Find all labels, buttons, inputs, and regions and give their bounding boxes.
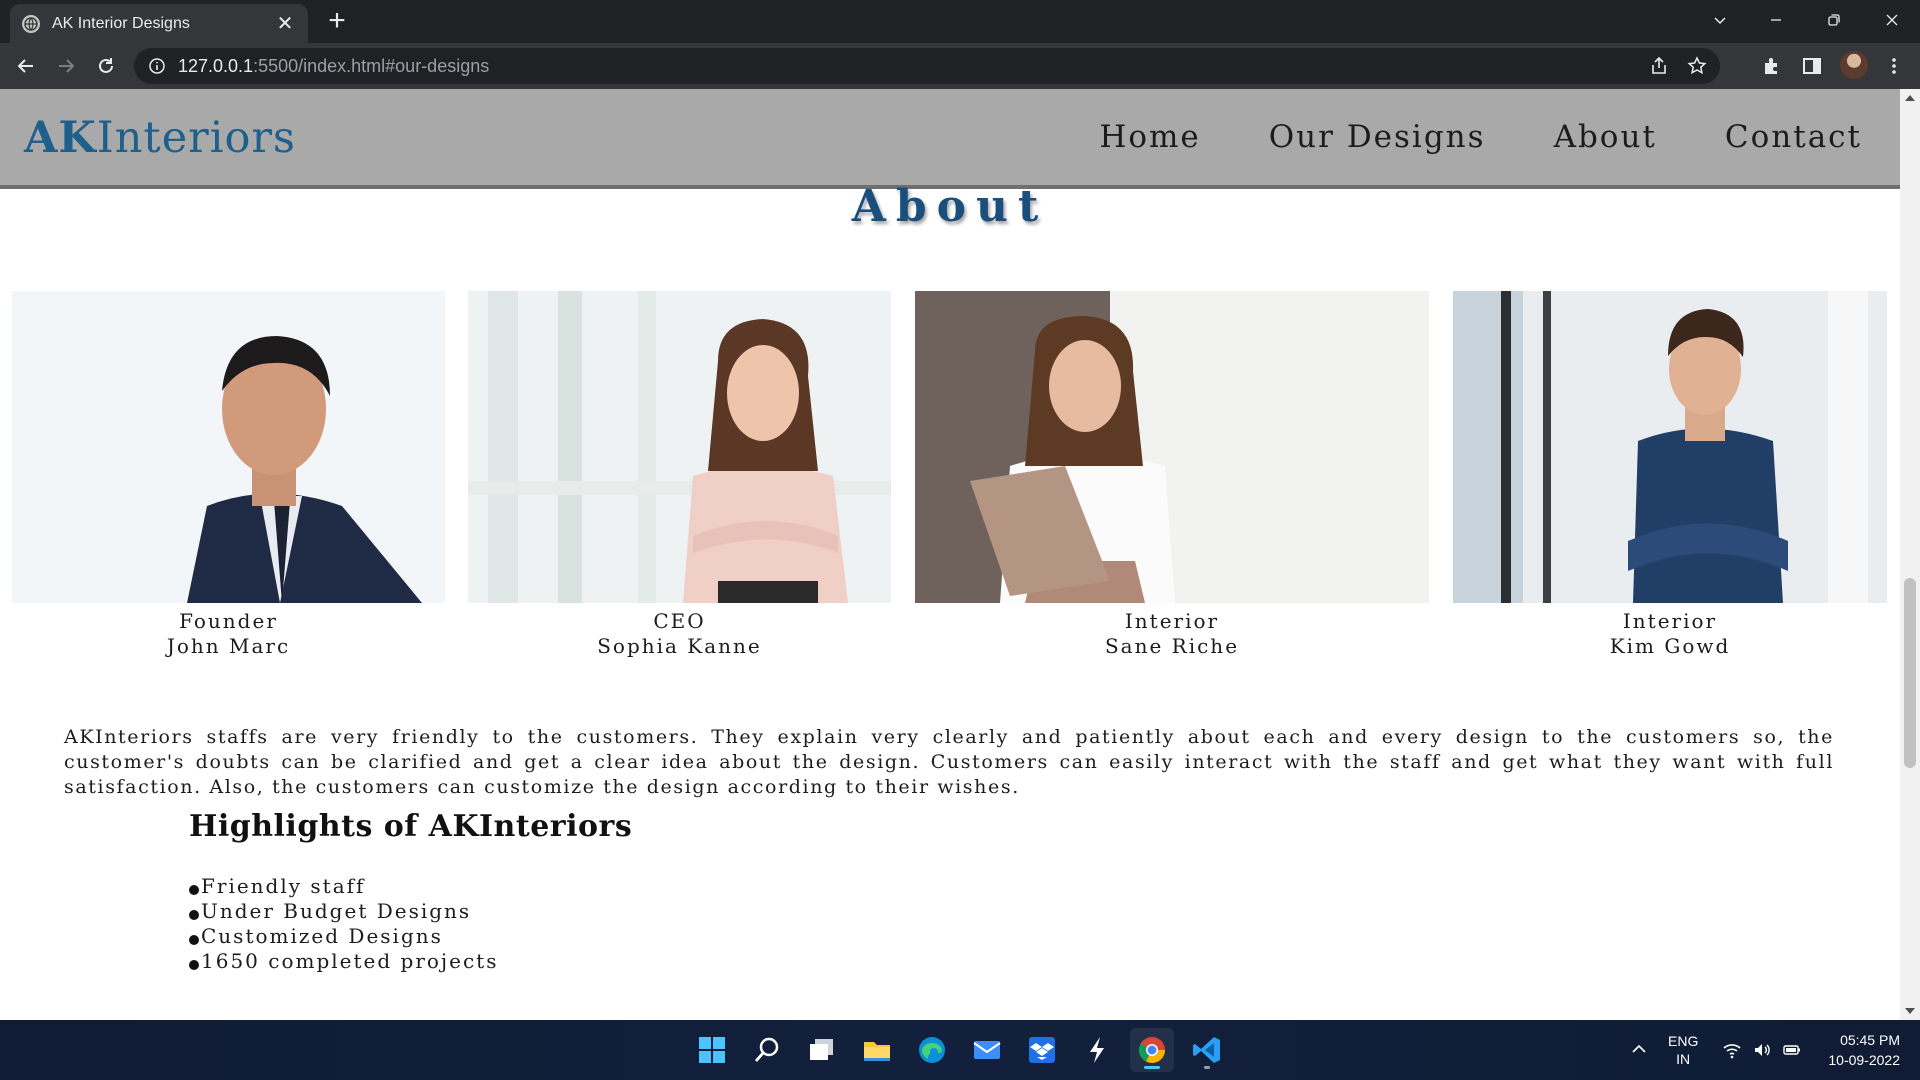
list-item: Customized Designs [189, 924, 498, 949]
bullet-icon [189, 934, 199, 945]
page-viewport: AKInteriors Home Our Designs About Conta… [0, 89, 1900, 1020]
team-photo [915, 291, 1429, 603]
team-photo [1453, 291, 1887, 603]
start-icon[interactable] [690, 1028, 734, 1072]
chrome-icon[interactable] [1130, 1028, 1174, 1072]
team-card: CEO Sophia Kanne [468, 291, 891, 659]
task-view-icon[interactable] [800, 1028, 844, 1072]
nav-contact[interactable]: Contact [1725, 119, 1862, 155]
globe-icon [22, 14, 40, 33]
team-role: CEO [653, 609, 706, 633]
highlights-title: Highlights of AKInteriors [189, 809, 633, 844]
reload-icon[interactable] [90, 50, 122, 82]
scroll-up-arrow-icon[interactable] [1905, 95, 1915, 101]
browser-toolbar: 127.0.0.1:5500/index.html#our-designs [0, 43, 1920, 89]
site-info-icon[interactable] [148, 57, 166, 75]
nav-home[interactable]: Home [1099, 119, 1200, 155]
windows-taskbar: ENG IN 05:45 PM 10-09-2022 [0, 1020, 1920, 1080]
battery-icon[interactable] [1782, 1040, 1802, 1060]
back-arrow-icon[interactable] [10, 50, 42, 82]
main-nav: Home Our Designs About Contact [1099, 119, 1862, 155]
team-role: Interior [1622, 609, 1718, 633]
forward-arrow-icon[interactable] [50, 50, 82, 82]
tab-search-chevron-icon[interactable] [1692, 0, 1748, 40]
team-role: Interior [1124, 609, 1220, 633]
system-tray[interactable] [1722, 1040, 1802, 1060]
bullet-icon [189, 959, 199, 970]
list-item: Friendly staff [189, 874, 498, 899]
team-name: Sane Riche [1104, 634, 1240, 658]
minimize-button[interactable] [1748, 0, 1804, 40]
team-card: Interior Kim Gowd [1453, 291, 1887, 659]
close-tab-icon[interactable]: ✕ [274, 11, 296, 36]
scrollbar-thumb[interactable] [1904, 578, 1916, 768]
team-photo [468, 291, 891, 603]
volume-icon[interactable] [1752, 1040, 1772, 1060]
about-paragraph: AKInteriors staffs are very friendly to … [64, 726, 1834, 798]
site-logo[interactable]: AKInteriors [24, 113, 296, 163]
list-item: 1650 completed projects [189, 949, 498, 974]
team-role: Founder [179, 609, 278, 633]
wifi-icon[interactable] [1722, 1040, 1742, 1060]
close-window-button[interactable] [1864, 0, 1920, 40]
team-card: Founder John Marc [12, 291, 445, 659]
team-name: Sophia Kanne [597, 634, 762, 658]
restore-button[interactable] [1806, 0, 1862, 40]
bullet-icon [189, 884, 199, 895]
dropbox-icon[interactable] [1020, 1028, 1064, 1072]
browser-tab[interactable]: AK Interior Designs ✕ [10, 4, 308, 43]
vscode-icon[interactable] [1185, 1028, 1229, 1072]
active-app-indicator [1144, 1066, 1160, 1069]
chevron-up-icon[interactable] [1630, 1040, 1648, 1062]
about-section-title: About [851, 181, 1049, 232]
nav-about[interactable]: About [1554, 119, 1657, 155]
highlights-list: Friendly staff Under Budget Designs Cust… [189, 874, 498, 974]
system-clock[interactable]: 05:45 PM 10-09-2022 [1810, 1030, 1900, 1070]
scroll-down-arrow-icon[interactable] [1905, 1008, 1915, 1014]
page-scrollbar[interactable] [1900, 89, 1920, 1020]
bookmark-star-icon[interactable] [1686, 55, 1708, 77]
team-photo [12, 291, 445, 603]
site-header: AKInteriors Home Our Designs About Conta… [0, 89, 1900, 189]
open-app-indicator [1204, 1066, 1210, 1069]
side-panel-icon[interactable] [1798, 52, 1826, 80]
team-card: Interior Sane Riche [915, 291, 1429, 659]
share-icon[interactable] [1648, 55, 1670, 77]
browser-tab-strip: AK Interior Designs ✕ + [0, 0, 1920, 43]
language-indicator[interactable]: ENG IN [1668, 1032, 1698, 1068]
edge-icon[interactable] [910, 1028, 954, 1072]
nav-our-designs[interactable]: Our Designs [1269, 119, 1486, 155]
mail-icon[interactable] [965, 1028, 1009, 1072]
bolt-app-icon[interactable] [1075, 1028, 1119, 1072]
profile-avatar[interactable] [1840, 51, 1868, 79]
chrome-menu-icon[interactable] [1880, 52, 1908, 80]
file-explorer-icon[interactable] [855, 1028, 899, 1072]
address-bar[interactable]: 127.0.0.1:5500/index.html#our-designs [134, 48, 1720, 84]
team-name: Kim Gowd [1609, 634, 1731, 658]
team-name: John Marc [166, 634, 291, 658]
tab-title: AK Interior Designs [52, 14, 190, 32]
search-icon[interactable] [745, 1028, 789, 1072]
extensions-puzzle-icon[interactable] [1758, 52, 1786, 80]
list-item: Under Budget Designs [189, 899, 498, 924]
url-text: 127.0.0.1:5500/index.html#our-designs [178, 55, 490, 76]
bullet-icon [189, 909, 199, 920]
new-tab-button[interactable]: + [322, 6, 352, 36]
